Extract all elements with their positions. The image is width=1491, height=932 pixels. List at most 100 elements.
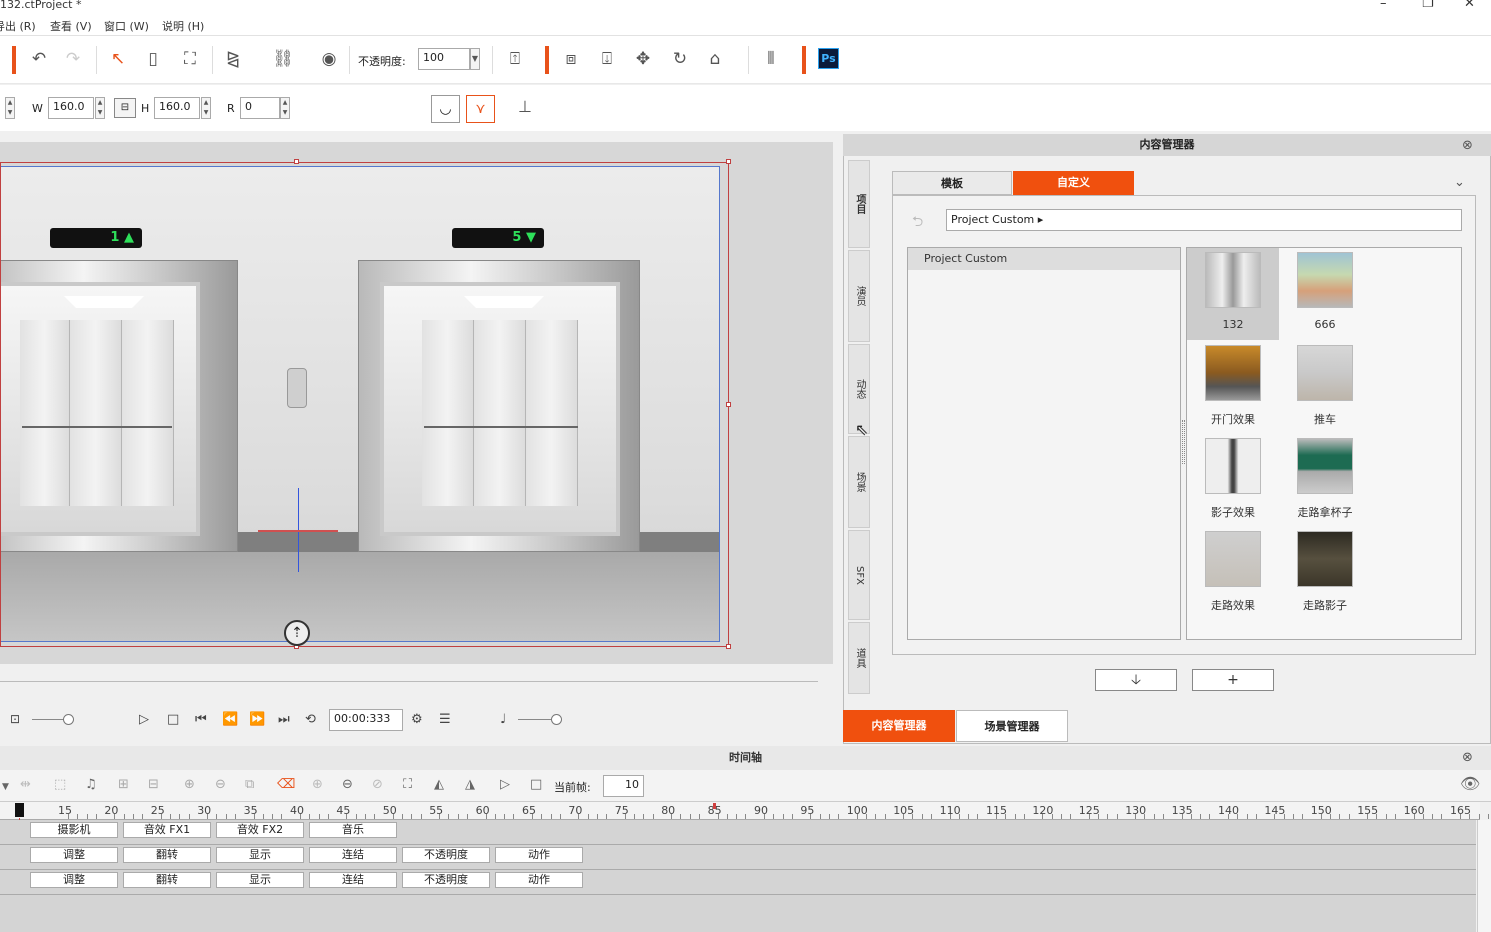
layer-icon[interactable]: ⬚ xyxy=(54,777,66,792)
track-button[interactable]: 调整 xyxy=(30,847,118,863)
play-icon[interactable]: ▷ xyxy=(139,712,149,727)
collapse-icon[interactable]: ⌄ xyxy=(1454,175,1465,190)
pin-icon[interactable]: ⍗ xyxy=(594,46,620,72)
undo-icon[interactable]: ↶ xyxy=(26,46,52,72)
next-key-icon[interactable]: ◮ xyxy=(465,777,475,792)
move-icon[interactable]: ✥ xyxy=(630,46,656,72)
minimize-button[interactable]: – xyxy=(1380,0,1387,11)
menu-window[interactable]: 窗口 (W) xyxy=(104,18,149,34)
key-clear-icon[interactable]: ⌫ xyxy=(277,777,295,792)
settings-gear-icon[interactable]: ⚙ xyxy=(411,712,423,727)
curve-icon[interactable]: ◡ xyxy=(431,95,460,123)
content-item[interactable]: 走路效果 xyxy=(1187,527,1279,619)
content-item[interactable]: 开门效果 xyxy=(1187,341,1279,433)
redo-icon[interactable]: ↷ xyxy=(60,46,86,72)
tl-stop-icon[interactable]: □ xyxy=(530,777,542,792)
layout-icon[interactable]: ☰ xyxy=(439,712,451,727)
side-tab-sfx[interactable]: SFX xyxy=(848,530,870,620)
dropdown-icon[interactable]: ▼ xyxy=(2,782,9,792)
content-item[interactable]: 132 xyxy=(1187,248,1279,340)
opacity-dropdown-icon[interactable]: ▼ xyxy=(470,48,480,70)
menu-export[interactable]: 导出 (R) xyxy=(0,18,36,34)
key-copy-icon[interactable]: ⧉ xyxy=(245,777,254,792)
tab-scene-manager[interactable]: 场景管理器 xyxy=(956,710,1068,742)
add-button[interactable]: + xyxy=(1192,669,1274,691)
fit-icon[interactable]: ⛶ xyxy=(403,777,412,792)
home-icon[interactable]: ⌂ xyxy=(702,46,728,72)
anchor-icon[interactable]: ⊥ xyxy=(518,97,532,116)
track-button[interactable]: 连结 xyxy=(309,847,397,863)
insert-icon[interactable]: ⊞ xyxy=(118,777,129,792)
content-item[interactable]: 影子效果 xyxy=(1187,434,1279,526)
track-button[interactable]: 动作 xyxy=(495,847,583,863)
photoshop-icon[interactable]: Ps xyxy=(818,48,839,69)
menu-view[interactable]: 查看 (V) xyxy=(50,18,92,34)
volume-slider[interactable] xyxy=(551,714,562,725)
track-button[interactable]: 翻转 xyxy=(123,847,211,863)
export-icon[interactable]: ⍐ xyxy=(502,46,528,72)
path-breadcrumb[interactable]: Project Custom ▸ xyxy=(946,209,1462,231)
restore-button[interactable]: ❐ xyxy=(1422,0,1434,11)
zoom-in-icon[interactable]: ⊕ xyxy=(312,777,323,792)
remove-icon[interactable]: ⊟ xyxy=(148,777,159,792)
height-input[interactable]: 160.0 xyxy=(154,97,200,119)
next-frame-icon[interactable]: ⏩ xyxy=(249,712,265,727)
key-add-icon[interactable]: ⊕ xyxy=(184,777,195,792)
content-item[interactable]: 推车 xyxy=(1279,341,1371,433)
preview-eye-icon[interactable]: 👁 xyxy=(1460,774,1480,793)
content-item[interactable]: 666 xyxy=(1279,248,1371,340)
back-icon[interactable]: ⮌ xyxy=(912,211,923,235)
splitter-handle[interactable] xyxy=(1182,420,1185,464)
rotation-spinner[interactable]: ▲ ▼ xyxy=(280,97,290,119)
panel-close-icon[interactable]: ⊗ xyxy=(1462,138,1473,153)
current-frame-input[interactable]: 10 xyxy=(603,775,644,797)
link-icon[interactable]: ⛓ xyxy=(270,46,296,72)
timeline-ruler[interactable]: 15 20 25 30 35 40 45 50 55 60 65 70 75 80 85 90 95 100 105… xyxy=(0,802,1489,820)
track-button[interactable]: 不透明度 xyxy=(402,872,490,888)
selection-box[interactable] xyxy=(0,162,729,647)
collect-icon[interactable]: ⇹ xyxy=(20,777,31,792)
tl-play-icon[interactable]: ▷ xyxy=(500,777,510,792)
track-button[interactable]: 音效 FX1 xyxy=(123,822,211,838)
track-button[interactable]: 翻转 xyxy=(123,872,211,888)
content-item[interactable]: 走路拿杯子 xyxy=(1279,434,1371,526)
tab-content-manager[interactable]: 内容管理器 xyxy=(843,710,955,742)
side-tab-actor[interactable]: 演员 xyxy=(848,250,870,342)
zoom-slider[interactable] xyxy=(63,714,74,725)
tree-root-project-custom[interactable]: Project Custom xyxy=(908,248,1180,270)
pivot-icon[interactable]: ⇡ xyxy=(284,620,310,646)
download-button[interactable]: 🡣 xyxy=(1095,669,1177,691)
close-button[interactable]: ✕ xyxy=(1464,0,1475,11)
camera-icon[interactable]: ⧈ xyxy=(558,46,584,72)
eye-icon[interactable]: ◉ xyxy=(316,46,342,72)
key-remove-icon[interactable]: ⊖ xyxy=(215,777,226,792)
track-button[interactable]: 音乐 xyxy=(309,822,397,838)
timeline-close-icon[interactable]: ⊗ xyxy=(1462,750,1473,765)
track-button[interactable]: 连结 xyxy=(309,872,397,888)
height-spinner[interactable]: ▲ ▼ xyxy=(201,97,211,119)
rotate-icon[interactable]: ↻ xyxy=(667,46,693,72)
rotation-input[interactable]: 0 xyxy=(240,97,280,119)
width-spinner[interactable]: ▲ ▼ xyxy=(95,97,105,119)
side-tab-props[interactable]: 道具 xyxy=(848,622,870,694)
track-button[interactable]: 不透明度 xyxy=(402,847,490,863)
opacity-input[interactable]: 100 xyxy=(418,48,470,70)
track-button[interactable]: 显示 xyxy=(216,847,304,863)
side-tab-project[interactable]: 项目 xyxy=(848,160,870,248)
zoom-out-icon[interactable]: ⊖ xyxy=(342,777,353,792)
x-spinner[interactable]: ▲ ▼ xyxy=(5,97,15,119)
width-input[interactable]: 160.0 xyxy=(48,97,94,119)
tab-custom[interactable]: 自定义 xyxy=(1013,171,1134,195)
last-frame-icon[interactable]: ⏭ xyxy=(278,712,290,727)
vertex-icon[interactable]: ⋎ xyxy=(466,95,495,123)
track-button[interactable]: 音效 FX2 xyxy=(216,822,304,838)
subtitle-icon[interactable]: ⊡ xyxy=(10,712,20,726)
track-button[interactable]: 摄影机 xyxy=(30,822,118,838)
volume-icon[interactable]: ♩ xyxy=(500,712,506,727)
track-button[interactable]: 动作 xyxy=(495,872,583,888)
zoom-reset-icon[interactable]: ⊘ xyxy=(372,777,383,792)
side-tab-scene[interactable]: 场景 xyxy=(848,436,870,528)
select-arrow-icon[interactable]: ↖ xyxy=(105,46,131,72)
playhead[interactable] xyxy=(15,803,24,817)
prev-frame-icon[interactable]: ⏪ xyxy=(222,712,238,727)
